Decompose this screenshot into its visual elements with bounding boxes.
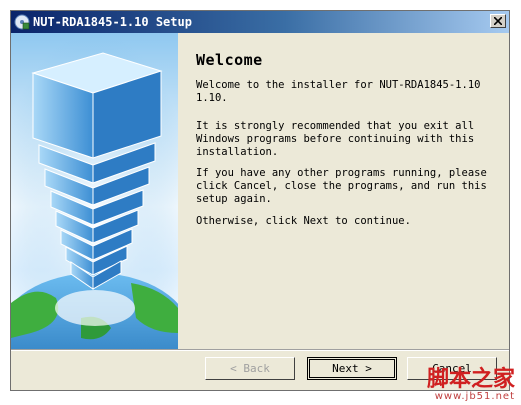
footer-divider — [11, 349, 509, 351]
setup-window: NUT-RDA1845-1.10 Setup Welcome Welcome t… — [10, 10, 510, 391]
exit-programs-text: It is strongly recommended that you exit… — [196, 120, 475, 158]
window-title: NUT-RDA1845-1.10 Setup — [33, 15, 192, 29]
watermark-text: 脚本之家 — [426, 366, 515, 392]
continue-text: Otherwise, click Next to continue. — [196, 215, 411, 227]
page-title: Welcome — [196, 51, 263, 69]
tower-globe-image — [11, 33, 178, 349]
back-button[interactable]: < Back — [205, 357, 295, 380]
running-programs-text: If you have any other programs running, … — [196, 167, 487, 205]
close-button[interactable] — [490, 14, 506, 28]
wizard-side-image — [11, 33, 178, 349]
next-button[interactable]: Next > — [307, 357, 397, 380]
welcome-content: Welcome Welcome to the installer for NUT… — [178, 33, 509, 349]
watermark-url: www.jb51.net — [434, 391, 515, 402]
title-bar[interactable]: NUT-RDA1845-1.10 Setup — [11, 11, 509, 33]
close-x-icon — [494, 17, 502, 25]
intro-text: Welcome to the installer for NUT-RDA1845… — [196, 79, 481, 104]
setup-disc-icon — [14, 14, 30, 30]
site-watermark: 脚本之家 www.jb51.net — [427, 367, 515, 402]
